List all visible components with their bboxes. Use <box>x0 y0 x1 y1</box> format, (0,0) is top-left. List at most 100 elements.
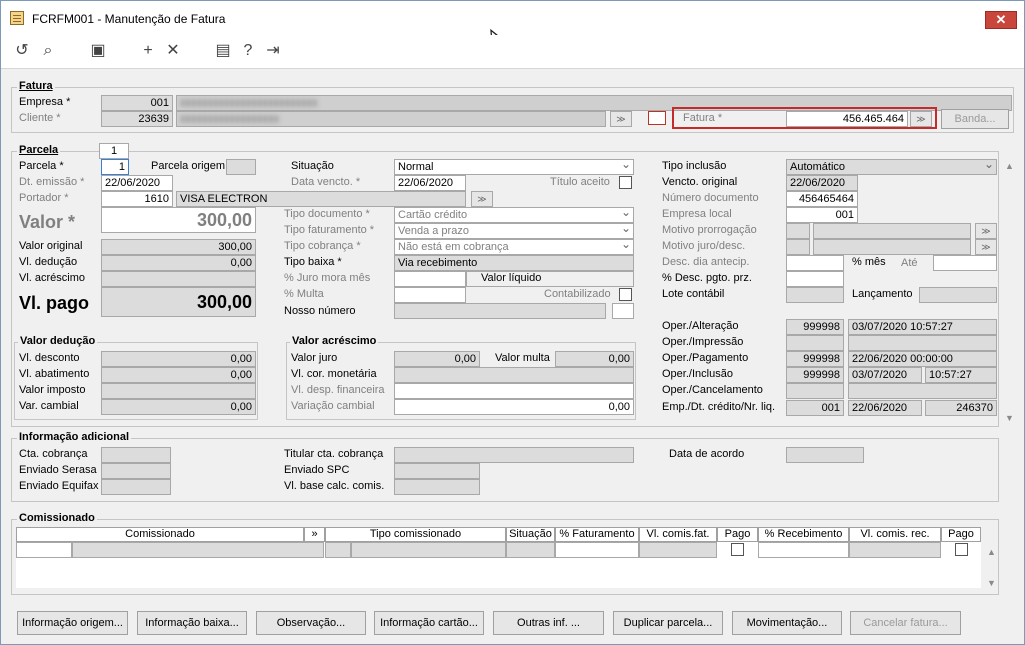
fatura-number-field[interactable]: 456.465.464 <box>786 111 908 127</box>
variacao-cambial-field[interactable]: 0,00 <box>394 399 634 415</box>
grid-scroll-up-icon[interactable]: ▲ <box>985 547 998 557</box>
cliente-label: Cliente * <box>19 112 61 124</box>
grid-scroll-down-icon[interactable]: ▼ <box>985 578 998 588</box>
informacao-baixa-button[interactable]: Informação baixa... <box>137 611 247 635</box>
situacao-select[interactable]: Normal <box>394 159 634 175</box>
valor-juro-field: 0,00 <box>394 351 480 367</box>
add-icon[interactable]: + <box>138 41 158 61</box>
ate-label: Até <box>901 257 918 269</box>
titulo-aceito-checkbox[interactable] <box>619 176 632 189</box>
cliente-code-field[interactable]: 23639 <box>101 111 173 127</box>
oper-impressao-datetime <box>848 335 997 351</box>
duplicar-parcela-button[interactable]: Duplicar parcela... <box>613 611 723 635</box>
grid-pago-fat-checkbox[interactable] <box>731 543 744 556</box>
portador-lookup-button[interactable]: ≫ <box>471 191 493 207</box>
close-button[interactable]: ✕ <box>985 11 1017 29</box>
valor-original-field: 300,00 <box>101 239 256 255</box>
ate-field[interactable] <box>933 255 997 271</box>
cliente-lookup-button[interactable]: ≫ <box>610 111 632 127</box>
grid-pago-rec-checkbox[interactable] <box>955 543 968 556</box>
col-tipo-comissionado[interactable]: Tipo comissionado <box>325 527 506 542</box>
movimentacao-button[interactable]: Movimentação... <box>732 611 842 635</box>
multa-field[interactable] <box>394 287 466 303</box>
valor-field[interactable]: 300,00 <box>101 207 256 233</box>
parcela-tab[interactable]: 1 <box>99 143 129 159</box>
juro-mora-label: % Juro mora mês <box>284 272 371 284</box>
numero-documento-field[interactable]: 456465464 <box>786 191 858 207</box>
scroll-down-icon[interactable]: ▼ <box>1003 413 1016 423</box>
col-vl-comis-fat[interactable]: Vl. comis.fat. <box>639 527 717 542</box>
desc-dia-antecip-label: Desc. dia antecip. <box>662 256 750 268</box>
motivo-prorrogacao-lookup[interactable]: ≫ <box>975 223 997 239</box>
enviado-equifax-label: Enviado Equifax <box>19 480 99 492</box>
desc-pgto-field[interactable] <box>786 271 844 287</box>
help-icon[interactable]: ? <box>238 41 258 61</box>
motivo-prorrogacao-code[interactable] <box>786 223 810 239</box>
title-bar: FCRFM001 - Manutenção de Fatura ✕ <box>1 1 1024 35</box>
parcela-origem-field[interactable] <box>226 159 256 175</box>
informacao-cartao-button[interactable]: Informação cartão... <box>374 611 484 635</box>
data-vencto-field[interactable]: 22/06/2020 <box>394 175 466 191</box>
col-pct-recebimento[interactable]: % Recebimento <box>758 527 849 542</box>
refresh-icon[interactable]: ↺ <box>12 41 32 61</box>
banda-button[interactable]: Banda... <box>941 109 1009 129</box>
col-vl-comis-rec[interactable]: Vl. comis. rec. <box>849 527 941 542</box>
scroll-up-icon[interactable]: ▲ <box>1003 161 1016 171</box>
tipo-documento-label: Tipo documento * <box>284 208 370 220</box>
tipo-inclusao-select[interactable]: Automático <box>786 159 997 175</box>
observacao-button[interactable]: Observação... <box>256 611 366 635</box>
numero-documento-label: Número documento <box>662 192 759 204</box>
col-comissionado[interactable]: Comissionado <box>16 527 304 542</box>
valor-liquido-field <box>466 271 634 287</box>
oper-pagamento-user: 999998 <box>786 351 844 367</box>
contabilizado-checkbox[interactable] <box>619 288 632 301</box>
exit-icon[interactable]: ⇥ <box>263 41 283 61</box>
outras-inf-button[interactable]: Outras inf. ... <box>493 611 604 635</box>
fatura-lookup-button[interactable]: ≫ <box>910 111 932 127</box>
save-icon[interactable]: ▣ <box>88 41 108 61</box>
motivo-juro-code[interactable] <box>786 239 810 255</box>
vl-pago-label: Vl. pago <box>19 293 90 313</box>
informacao-origem-button[interactable]: Informação origem... <box>17 611 128 635</box>
card-icon[interactable] <box>648 111 666 125</box>
vl-base-calc-label: Vl. base calc. comis. <box>284 480 385 492</box>
tipo-faturamento-select[interactable]: Venda a prazo <box>394 223 634 239</box>
var-cambial-field: 0,00 <box>101 399 256 415</box>
delete-icon[interactable]: ✕ <box>163 41 183 61</box>
search-icon[interactable]: ⌕ <box>38 41 58 61</box>
portador-label: Portador * <box>19 192 69 204</box>
enviado-serasa-field <box>101 463 171 479</box>
grid-pct-faturamento[interactable] <box>555 542 639 558</box>
dt-emissao-field[interactable]: 22/06/2020 <box>101 175 173 191</box>
col-situacao[interactable]: Situação <box>506 527 555 542</box>
data-acordo-field <box>786 447 864 463</box>
tipo-cobranca-select[interactable]: Não está em cobrança <box>394 239 634 255</box>
tipo-documento-select[interactable]: Cartão crédito <box>394 207 634 223</box>
valor-juro-label: Valor juro <box>291 352 338 364</box>
col-pago-rec[interactable]: Pago <box>941 527 981 542</box>
empresa-local-field[interactable]: 001 <box>786 207 858 223</box>
nosso-numero-field <box>394 303 606 319</box>
col-pago-fat[interactable]: Pago <box>717 527 758 542</box>
grid-comissionado-code[interactable] <box>16 542 72 558</box>
nosso-numero-digit-field[interactable] <box>612 303 634 319</box>
data-vencto-label: Data vencto. * <box>291 176 361 188</box>
desc-dia-antecip-field[interactable] <box>786 255 844 271</box>
motivo-juro-lookup[interactable]: ≫ <box>975 239 997 255</box>
parcela-section-title: Parcela <box>17 144 61 156</box>
parcela-origem-label: Parcela origem <box>151 160 225 172</box>
cancelar-fatura-button[interactable]: Cancelar fatura... <box>850 611 961 635</box>
vl-deducao-label: Vl. dedução <box>19 256 78 268</box>
col-expand[interactable]: » <box>304 527 325 542</box>
parcela-field[interactable]: 1 <box>101 159 129 175</box>
vl-desp-financeira-field[interactable] <box>394 383 634 399</box>
juro-mora-field[interactable] <box>394 271 466 287</box>
calendar-icon[interactable]: ▤ <box>213 41 233 61</box>
valor-imposto-label: Valor imposto <box>19 384 86 396</box>
grid-pct-recebimento[interactable] <box>758 542 849 558</box>
vl-desp-financeira-label: Vl. desp. financeira <box>291 384 385 396</box>
empresa-label: Empresa * <box>19 96 71 108</box>
portador-code-field[interactable]: 1610 <box>101 191 173 207</box>
empresa-code-field[interactable]: 001 <box>101 95 173 111</box>
col-pct-faturamento[interactable]: % Faturamento <box>555 527 639 542</box>
